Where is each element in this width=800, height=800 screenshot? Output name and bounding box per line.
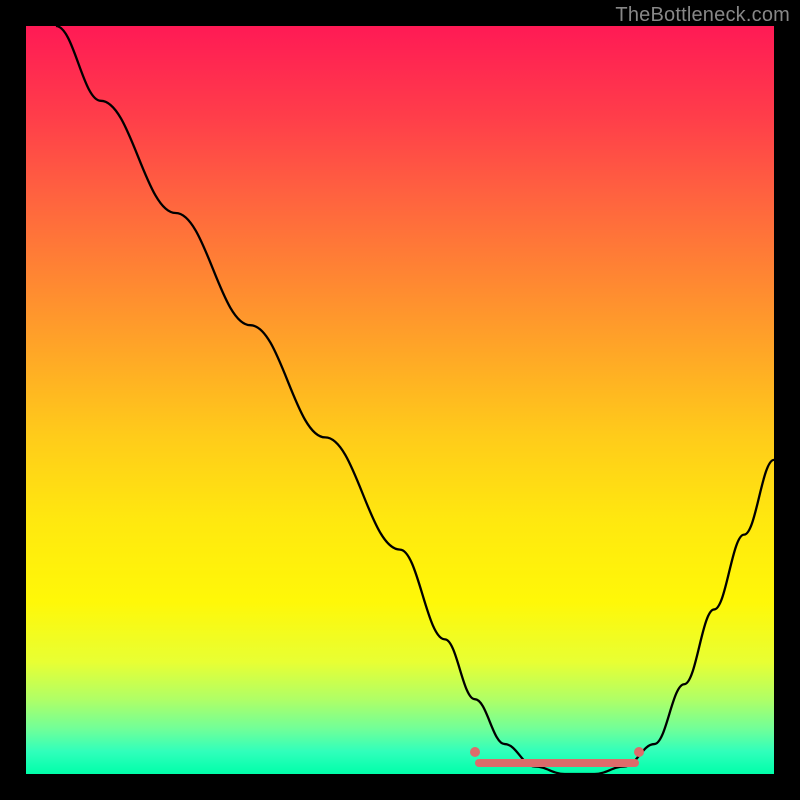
plot-area	[26, 26, 774, 774]
highlight-band	[475, 759, 640, 767]
marker-left	[470, 747, 480, 757]
watermark-text: TheBottleneck.com	[615, 4, 790, 27]
marker-right	[634, 747, 644, 757]
curve-line	[26, 26, 774, 774]
